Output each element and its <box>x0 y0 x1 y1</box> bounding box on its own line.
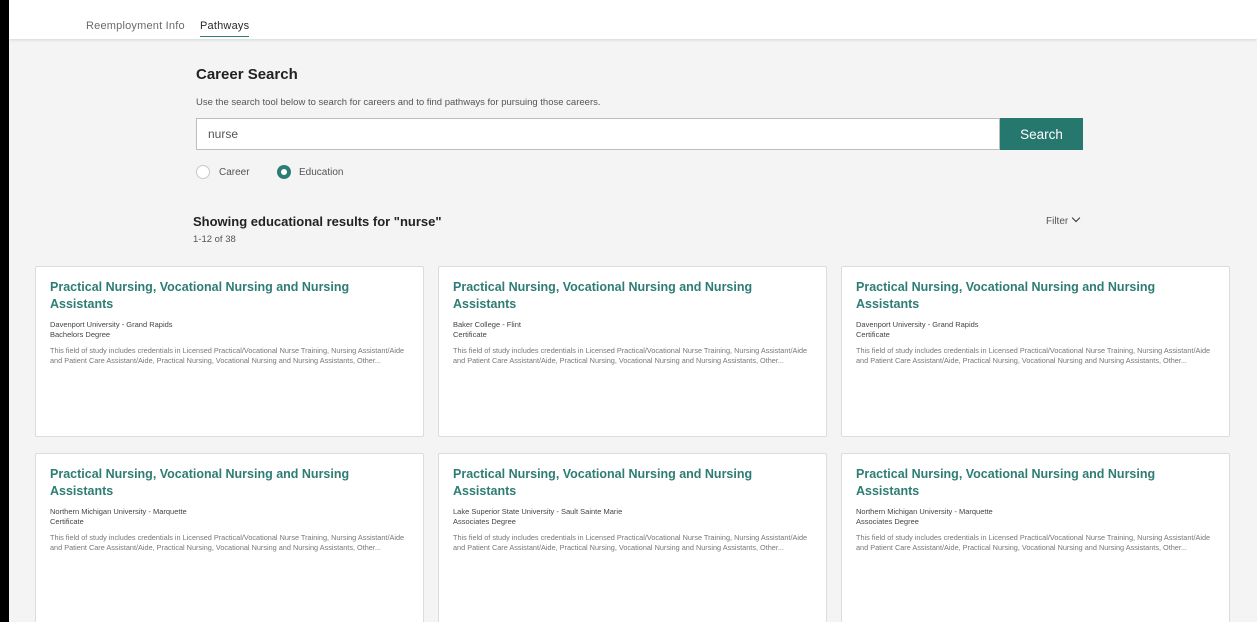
education-radio[interactable] <box>277 165 291 179</box>
card-school: Lake Superior State University - Sault S… <box>453 507 623 516</box>
filter-label: Filter <box>1046 216 1069 227</box>
page-subtitle: Use the search tool below to search for … <box>196 97 601 108</box>
career-radio-label[interactable]: Career <box>219 167 250 178</box>
card-school: Davenport University - Grand Rapids <box>856 320 979 329</box>
card-degree: Associates Degree <box>856 516 919 526</box>
result-card[interactable]: Practical Nursing, Vocational Nursing an… <box>438 266 827 437</box>
card-degree: Certificate <box>453 329 487 339</box>
card-description: This field of study includes credentials… <box>50 533 405 552</box>
card-degree: Certificate <box>50 516 84 526</box>
result-card[interactable]: Practical Nursing, Vocational Nursing an… <box>841 266 1230 437</box>
card-description: This field of study includes credentials… <box>453 346 808 365</box>
result-card[interactable]: Practical Nursing, Vocational Nursing an… <box>35 266 424 437</box>
education-radio-label[interactable]: Education <box>299 167 343 178</box>
tab-pathways[interactable]: Pathways <box>200 20 250 37</box>
card-school: Northern Michigan University - Marquette <box>856 507 993 516</box>
search-input[interactable] <box>196 118 1000 150</box>
filter-button[interactable]: Filter <box>1046 213 1081 227</box>
card-description: This field of study includes credentials… <box>50 346 405 365</box>
card-degree: Associates Degree <box>453 516 516 526</box>
card-title[interactable]: Practical Nursing, Vocational Nursing an… <box>453 279 783 313</box>
card-title[interactable]: Practical Nursing, Vocational Nursing an… <box>453 466 783 500</box>
app-frame: Reemployment Info Pathways Career Search… <box>9 0 1257 622</box>
search-button[interactable]: Search <box>1000 118 1083 150</box>
results-heading: Showing educational results for "nurse" <box>193 214 442 229</box>
page-title: Career Search <box>196 66 298 83</box>
result-card[interactable]: Practical Nursing, Vocational Nursing an… <box>35 453 424 622</box>
search-type-options: Career Education <box>9 165 409 181</box>
card-school: Baker College - Flint <box>453 320 521 329</box>
top-nav: Reemployment Info Pathways <box>9 0 1257 39</box>
card-title[interactable]: Practical Nursing, Vocational Nursing an… <box>856 466 1186 500</box>
card-school: Northern Michigan University - Marquette <box>50 507 187 516</box>
career-radio[interactable] <box>196 165 210 179</box>
results-count: 1-12 of 38 <box>193 234 236 245</box>
card-description: This field of study includes credentials… <box>856 533 1211 552</box>
card-school: Davenport University - Grand Rapids <box>50 320 173 329</box>
tab-reemployment-info[interactable]: Reemployment Info <box>86 20 185 32</box>
card-description: This field of study includes credentials… <box>453 533 808 552</box>
result-card[interactable]: Practical Nursing, Vocational Nursing an… <box>841 453 1230 622</box>
card-title[interactable]: Practical Nursing, Vocational Nursing an… <box>856 279 1186 313</box>
card-description: This field of study includes credentials… <box>856 346 1211 365</box>
result-card[interactable]: Practical Nursing, Vocational Nursing an… <box>438 453 827 622</box>
card-degree: Certificate <box>856 329 890 339</box>
card-degree: Bachelors Degree <box>50 329 111 339</box>
card-title[interactable]: Practical Nursing, Vocational Nursing an… <box>50 466 380 500</box>
card-title[interactable]: Practical Nursing, Vocational Nursing an… <box>50 279 380 313</box>
chevron-down-icon <box>1071 213 1081 223</box>
